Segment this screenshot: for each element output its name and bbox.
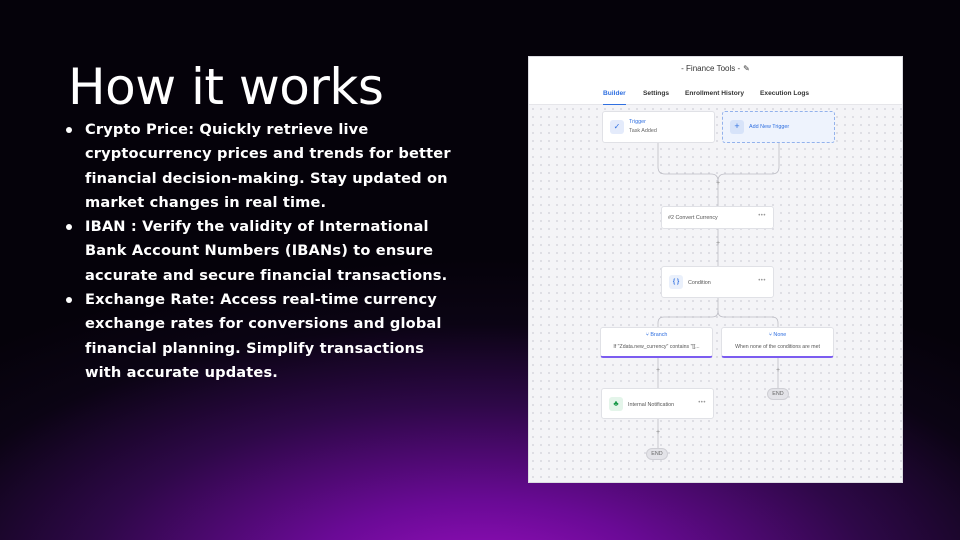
bullet-dot — [66, 297, 72, 304]
workflow-canvas[interactable]: ✓ Trigger Task Added + Add New Trigger +… — [529, 57, 902, 482]
internal-notification-label: Internal Notification — [628, 402, 675, 408]
list-item: IBAN : Verify the validity of Internatio… — [64, 215, 464, 288]
bullet-text-exchange-rate: Exchange Rate: Access real-time currency… — [85, 291, 442, 381]
more-options-icon[interactable]: ••• — [758, 213, 766, 219]
branch-description: If "Zdata.new_currency" contains "[[... — [613, 344, 700, 350]
condition-node[interactable]: { } Condition ••• — [661, 266, 774, 298]
add-step-button[interactable]: + — [654, 367, 662, 374]
condition-label: Condition — [688, 280, 711, 286]
bullet-text-crypto-price: Crypto Price: Quickly retrieve live cryp… — [85, 121, 451, 211]
plus-icon: + — [730, 120, 744, 134]
add-step-button[interactable]: + — [714, 240, 722, 247]
add-trigger-button[interactable]: + Add New Trigger — [722, 111, 835, 143]
none-branch-node[interactable]: ⑂ None When none of the conditions are m… — [721, 327, 834, 358]
add-step-button[interactable]: + — [774, 367, 782, 374]
more-options-icon[interactable]: ••• — [698, 400, 706, 406]
bullet-dot — [66, 224, 72, 231]
trigger-node-subtitle: Task Added — [629, 128, 657, 134]
branch-node[interactable]: ⑂ Branch If "Zdata.new_currency" contain… — [600, 327, 713, 358]
more-options-icon[interactable]: ••• — [758, 278, 766, 284]
list-item: Exchange Rate: Access real-time currency… — [64, 288, 464, 385]
list-item: Crypto Price: Quickly retrieve live cryp… — [64, 118, 464, 215]
add-step-button[interactable]: + — [714, 180, 722, 187]
bell-icon: ♣ — [609, 397, 623, 411]
workflow-builder-screenshot: - Finance Tools - ✎ Builder Settings Enro… — [528, 56, 903, 483]
branch-title: ⑂ Branch — [601, 332, 712, 338]
none-branch-title-text: None — [773, 332, 787, 338]
braces-icon: { } — [669, 275, 683, 289]
end-marker: END — [767, 388, 789, 400]
end-marker: END — [646, 448, 668, 460]
bullet-dot — [66, 127, 72, 133]
check-icon: ✓ — [610, 120, 624, 134]
none-branch-description: When none of the conditions are met — [735, 344, 820, 350]
convert-currency-node[interactable]: #2 Convert Currency ••• — [661, 206, 774, 229]
none-branch-title: ⑂ None — [722, 332, 833, 338]
bullet-text-iban: IBAN : Verify the validity of Internatio… — [85, 218, 448, 284]
trigger-node-title: Trigger — [629, 119, 646, 125]
slide-title: How it works — [68, 58, 384, 116]
add-step-button[interactable]: + — [654, 429, 662, 436]
trigger-node[interactable]: ✓ Trigger Task Added — [602, 111, 715, 143]
branch-title-text: Branch — [650, 332, 668, 338]
internal-notification-node[interactable]: ♣ Internal Notification ••• — [601, 388, 714, 419]
feature-list: Crypto Price: Quickly retrieve live cryp… — [64, 118, 464, 385]
convert-currency-label: #2 Convert Currency — [668, 215, 718, 221]
add-trigger-label: Add New Trigger — [749, 124, 790, 130]
